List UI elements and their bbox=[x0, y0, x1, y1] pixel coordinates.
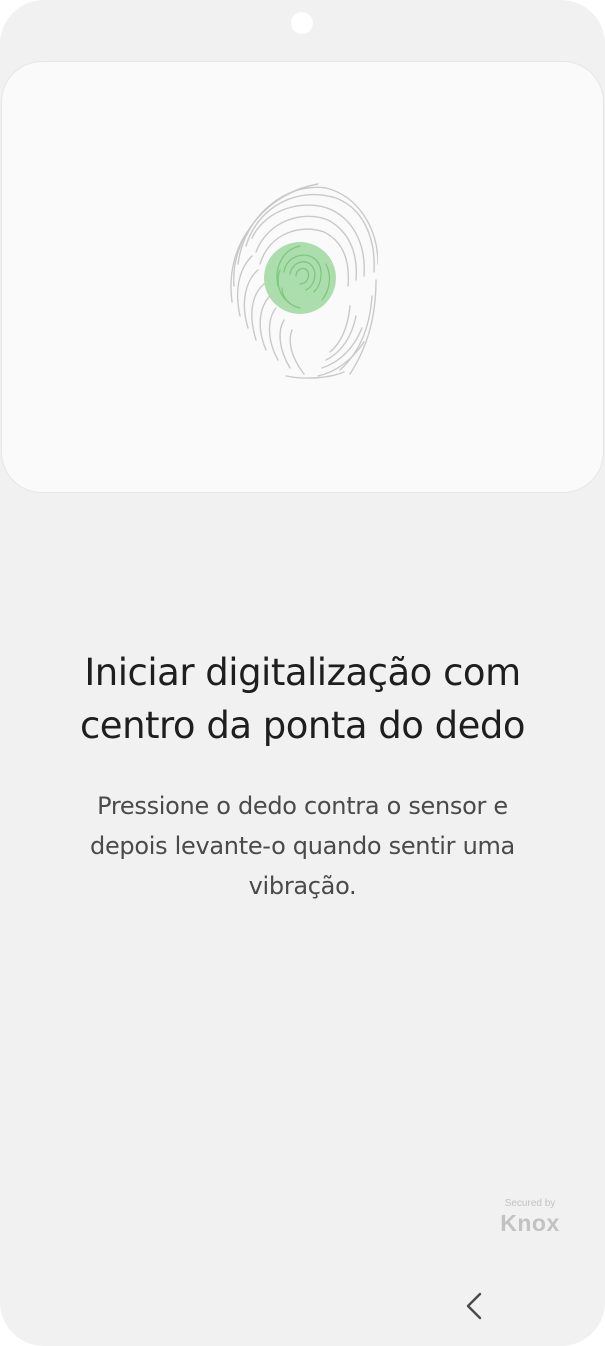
phone-screen: Iniciar digitalização com centro da pont… bbox=[0, 0, 605, 1346]
enrollment-instructions: Pressione o dedo contra o sensor e depoi… bbox=[50, 786, 555, 906]
chevron-left-icon bbox=[466, 1292, 482, 1320]
title-line-2: centro da ponta do dedo bbox=[79, 704, 526, 747]
knox-brand: Knox bbox=[500, 1210, 560, 1236]
enrollment-title: Iniciar digitalização com centro da pont… bbox=[40, 646, 565, 752]
instructions-line-2: depois levante-o quando sentir uma bbox=[90, 832, 515, 860]
title-line-1: Iniciar digitalização com bbox=[84, 651, 521, 694]
front-camera bbox=[291, 12, 313, 34]
instructions-line-1: Pressione o dedo contra o sensor e bbox=[97, 792, 508, 820]
instructions-line-3: vibração. bbox=[248, 872, 357, 900]
secured-by-label: Secured by bbox=[504, 1198, 556, 1209]
knox-logo: Secured by Knox bbox=[480, 1198, 580, 1236]
back-button[interactable] bbox=[454, 1284, 494, 1328]
fingerprint-icon bbox=[230, 183, 378, 379]
